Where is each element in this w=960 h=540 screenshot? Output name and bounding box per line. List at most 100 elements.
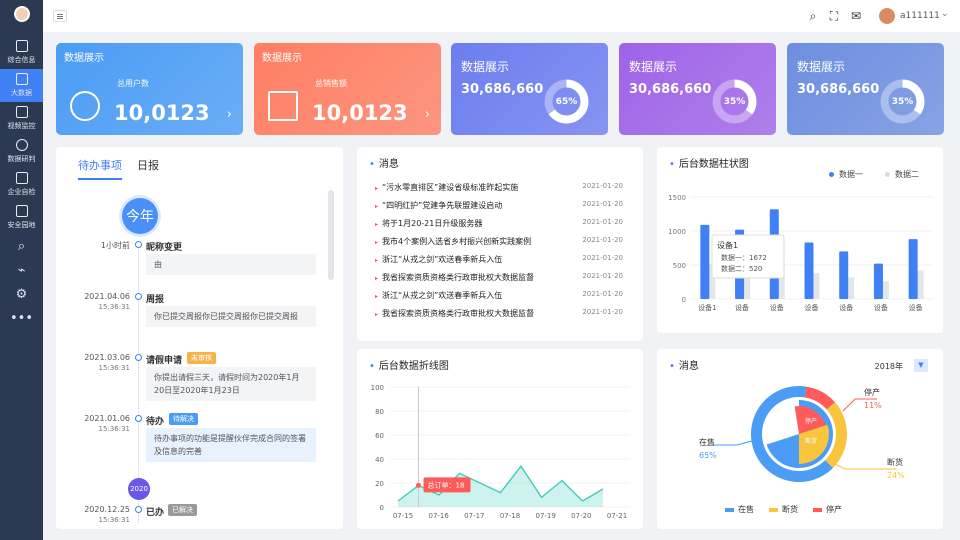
search-icon[interactable]: ⌕: [806, 9, 820, 23]
sidebar-item-0[interactable]: 综合信息: [0, 36, 43, 69]
x-tick-label: 设备: [805, 303, 819, 312]
message-item[interactable]: ▸ “四明红护”党建争先联盟建设启动 2021-01-20: [375, 200, 635, 211]
message-text: 将于1月20-21日升级服务器: [382, 219, 483, 228]
card-title: 数据展示: [461, 60, 510, 74]
stat-card-4[interactable]: 数据展示 30,686,660 35%: [787, 43, 944, 135]
bar-series-2: [812, 273, 820, 299]
timeline-detail: 你提出请假三天，请假时间为2020年1月20日至2020年1月23日: [146, 367, 316, 401]
message-date: 2021-01-20: [582, 218, 623, 226]
sidebar-item-5[interactable]: 安全园地: [0, 201, 43, 234]
pie-legend: 在售 断货 停产: [725, 504, 875, 515]
legend-out: 断货: [769, 504, 798, 515]
timeline-detail: 由: [146, 254, 316, 275]
timeline-label: 周报: [146, 295, 165, 305]
message-item[interactable]: ▸ 将于1月20-21日升级服务器 2021-01-20: [375, 218, 635, 229]
y-tick-label: 0: [380, 504, 384, 512]
x-tick-label: 设备: [770, 303, 784, 312]
sidebar-item-label: 企业自检: [7, 188, 36, 196]
timeline-detail: 你已提交周报你已提交周报你已提交周报: [146, 306, 316, 327]
y-tick-label: 20: [375, 480, 384, 488]
arrow-icon: ▸: [375, 239, 379, 246]
monitor-icon: [15, 106, 28, 118]
message-item[interactable]: ▸ “污水零直排区”建设省级标准昨起实施 2021-01-20: [375, 182, 635, 193]
bar-series-2: [916, 270, 924, 299]
sidebar-item-2[interactable]: 视频监控: [0, 102, 43, 135]
x-tick-label: 设备: [735, 303, 749, 312]
messages-panel: 消息 ▸“污水零直排区”建设省级标准昨起实施2021-01-20▸“四明红护”党…: [357, 147, 643, 341]
stat-card-3[interactable]: 数据展示 30,686,660 35%: [619, 43, 776, 135]
year-2020-badge: 2020: [128, 478, 150, 500]
message-item[interactable]: ▸ 我省探索资质资格类行政审批权大数据监督 2021-01-20: [375, 272, 635, 283]
pie-inner-label: 在售: [777, 432, 789, 440]
menu-button[interactable]: [53, 10, 67, 22]
x-tick-label: 07-18: [500, 512, 520, 520]
x-tick-label: 设备: [874, 303, 888, 312]
sidebar-item-3[interactable]: 数据研判: [0, 135, 43, 168]
message-item[interactable]: ▸ 我市4个案例入选省乡村振兴创新实践案例 2021-01-20: [375, 236, 635, 247]
chevron-right-icon[interactable]: ›: [227, 107, 232, 122]
pie-value-out: 24%: [887, 471, 905, 480]
pie-panel: 消息 2018年 ▼ 在售停产断货 在售 65% 停产 11% 断货 24% 在…: [657, 349, 943, 529]
topbar: ⌕ ⛶ ✉ a111111 ⌄: [43, 0, 960, 33]
year-select[interactable]: 2018年: [875, 361, 903, 372]
timeline-dot: [135, 506, 142, 513]
more-icon[interactable]: •••: [0, 306, 43, 330]
bar-series-1: [700, 224, 710, 299]
stat-card-1[interactable]: 数据展示 总销售额 10,0123 ›: [254, 43, 441, 135]
message-item[interactable]: ▸ 我省探索资质资格类行政审批权大数据监督 2021-01-20: [375, 308, 635, 319]
arrow-icon: ▸: [375, 311, 379, 318]
legend-stop: 停产: [813, 504, 842, 515]
message-text: “四明红护”党建争先联盟建设启动: [382, 201, 503, 210]
card-value: 30,686,660: [797, 82, 880, 97]
message-date: 2021-01-20: [582, 236, 623, 244]
y-tick-label: 1000: [668, 228, 686, 236]
bar-series-2: [881, 281, 889, 299]
arrow-icon: ▸: [375, 221, 379, 228]
x-tick-label: 07-17: [464, 512, 484, 520]
sidebar-item-label: 视频监控: [7, 122, 36, 130]
tab-todo[interactable]: 待办事项: [78, 157, 122, 180]
tab-daily[interactable]: 日报: [137, 157, 159, 173]
message-text: 我省探索资质资格类行政审批权大数据监督: [382, 309, 535, 318]
timeline-label: 已办: [146, 508, 165, 518]
shield-icon: [15, 205, 28, 217]
fullscreen-icon[interactable]: ⛶: [827, 9, 841, 23]
search-icon[interactable]: ⌕: [0, 234, 43, 258]
message-text: 浙江“从戎之剑”欢送春季新兵入伍: [382, 255, 503, 264]
message-text: 我市4个案例入选省乡村振兴创新实践案例: [382, 237, 532, 246]
year-badge: 今年: [122, 198, 158, 234]
timeline-date: 1小时前: [100, 241, 130, 250]
pie-label-out: 断货: [887, 458, 903, 467]
stat-card-0[interactable]: 数据展示 总用户数 10,0123 ›: [56, 43, 243, 135]
y-tick-label: 100: [371, 384, 384, 392]
globe-icon: [15, 139, 28, 151]
scrollbar[interactable]: [328, 190, 334, 280]
avatar[interactable]: [13, 6, 30, 22]
message-item[interactable]: ▸ 浙江“从戎之剑”欢送春季新兵入伍 2021-01-20: [375, 290, 635, 301]
message-item[interactable]: ▸ 浙江“从戎之剑”欢送春季新兵入伍 2021-01-20: [375, 254, 635, 265]
timeline-time: 15:36:31: [98, 364, 130, 372]
x-tick-label: 07-16: [428, 512, 449, 520]
arrow-icon: ▸: [375, 257, 379, 264]
y-tick-label: 500: [673, 262, 686, 270]
document-icon: [15, 40, 28, 52]
chevron-right-icon[interactable]: ›: [425, 107, 430, 122]
timeline-date: 2021.04.06: [84, 292, 130, 301]
user-avatar[interactable]: [879, 8, 895, 24]
card-title: 数据展示: [64, 53, 104, 64]
chevron-down-icon[interactable]: ⌄: [941, 9, 949, 19]
bar-series-2: [847, 277, 855, 299]
stat-card-2[interactable]: 数据展示 30,686,660 65%: [451, 43, 608, 135]
share-icon[interactable]: ⌁: [0, 258, 43, 282]
timeline-date: 2020.12.25: [84, 505, 130, 514]
sidebar-item-1[interactable]: 大数据: [0, 69, 43, 102]
username[interactable]: a111111: [900, 11, 940, 21]
legend-series-2: 数据二: [885, 169, 919, 180]
sidebar-item-4[interactable]: 企业自检: [0, 168, 43, 201]
gear-icon[interactable]: ⚙: [0, 282, 43, 306]
mail-icon[interactable]: ✉: [849, 9, 863, 23]
chevron-down-icon[interactable]: ▼: [914, 359, 928, 372]
trend-chart-icon: [268, 91, 298, 121]
bar-chart-panel: 后台数据柱状图 数据一 数据二 0 500 1000 1500 设备1 设备 设备 设备 设备 设…: [657, 147, 943, 333]
pie-inner-label: 停产: [805, 417, 817, 425]
